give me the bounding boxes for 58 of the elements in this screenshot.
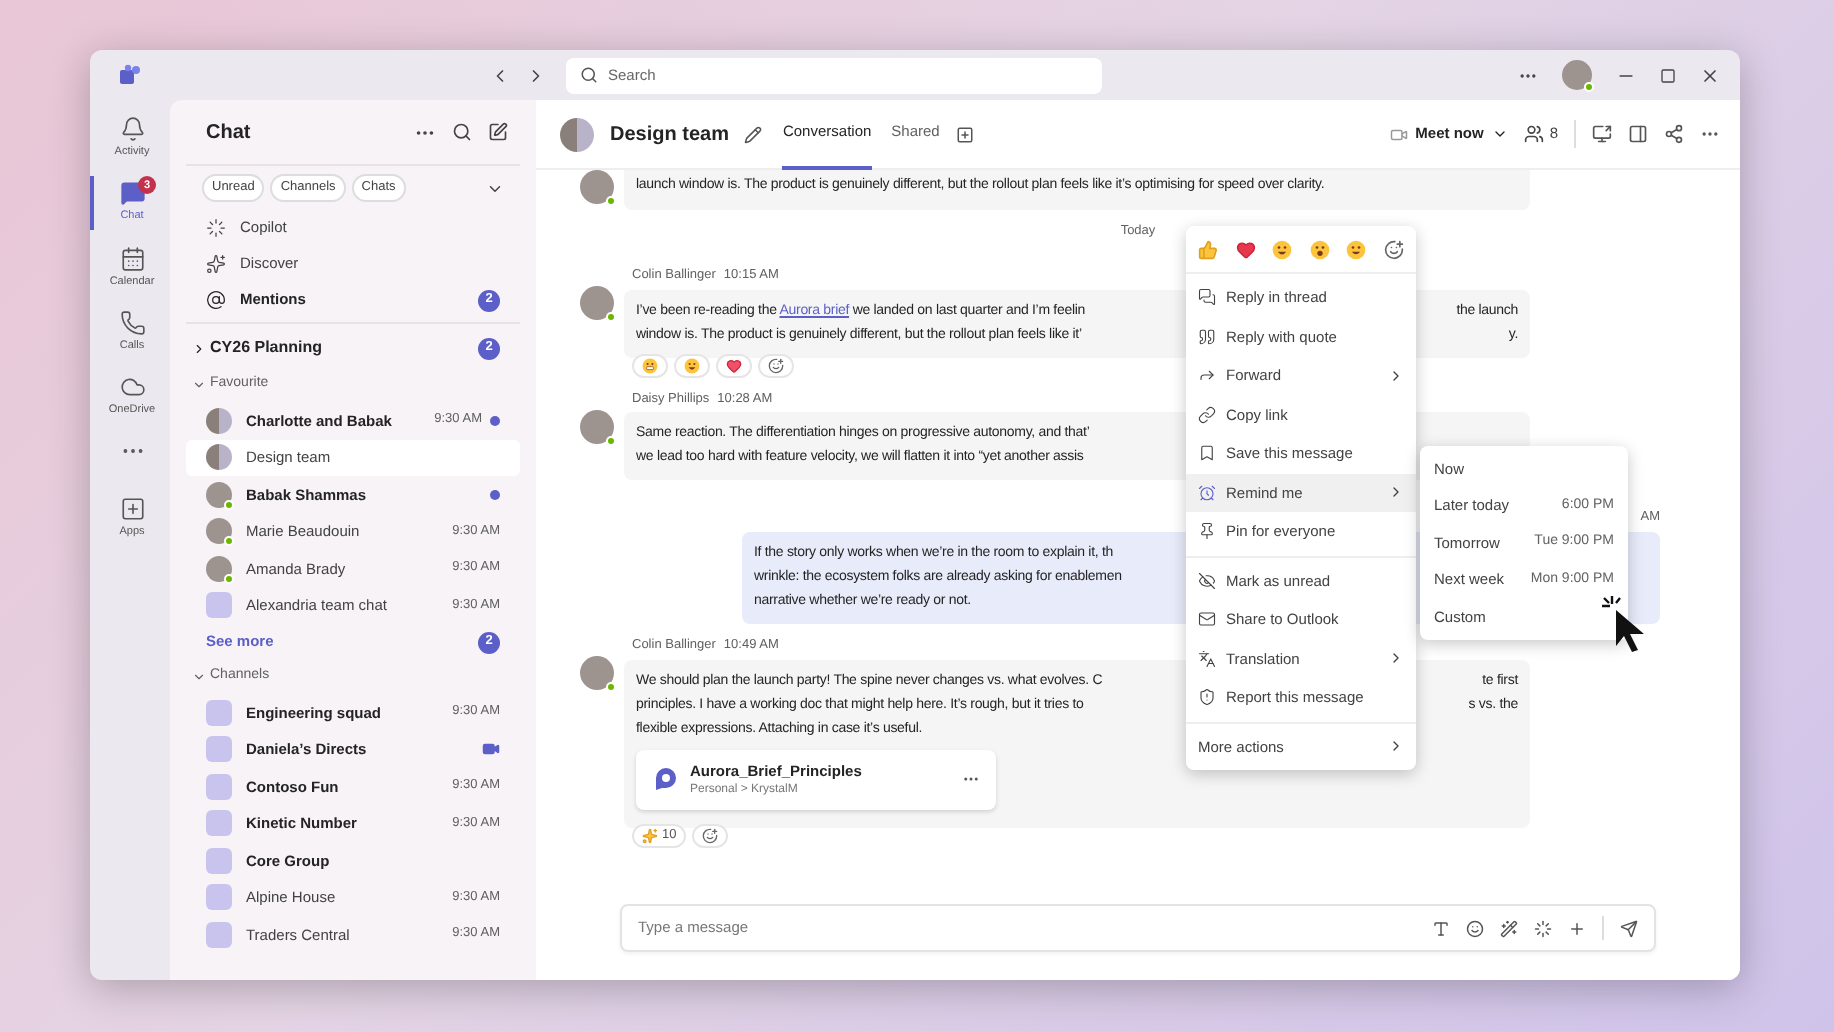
mail-icon: [1198, 610, 1216, 629]
search-icon[interactable]: [452, 122, 472, 142]
link-icon: [1198, 405, 1216, 424]
at-sign-icon: [206, 290, 226, 310]
search-icon: [580, 66, 598, 84]
bookmark-icon: [1198, 444, 1216, 463]
people-icon: [1523, 124, 1544, 144]
eye-off-icon: [1198, 571, 1216, 590]
calendar-icon: [119, 245, 145, 271]
heart-icon[interactable]: [726, 357, 742, 373]
reaction-pill[interactable]: [692, 824, 729, 848]
emoji-icon[interactable]: [1466, 919, 1484, 937]
maximize-icon[interactable]: [1660, 67, 1676, 83]
thumbs-up-icon[interactable]: [1198, 239, 1218, 259]
emoji-face-icon[interactable]: [684, 357, 700, 373]
side-panel-icon[interactable]: [1628, 124, 1648, 144]
chevron-down-icon: [192, 378, 206, 392]
heart-icon[interactable]: [1235, 239, 1256, 259]
chevron-down-icon: [1491, 126, 1508, 142]
emoji-face-icon[interactable]: [1309, 239, 1330, 259]
pencil-icon[interactable]: [744, 125, 763, 143]
chat-title: Design team: [610, 121, 729, 149]
add-reaction-icon[interactable]: [702, 828, 719, 844]
cursor-click-icon: [1600, 594, 1648, 654]
compose-icon[interactable]: [488, 122, 508, 142]
chevron-down-icon: [192, 670, 206, 684]
phone-icon: [119, 309, 145, 336]
magic-wand-icon[interactable]: [1500, 919, 1518, 937]
panel-title: Chat: [206, 119, 251, 147]
app-logo-icon: [118, 63, 142, 87]
send-icon[interactable]: [1620, 919, 1638, 937]
translate-icon: [1198, 649, 1216, 668]
bell-icon: [119, 116, 145, 142]
forward-arrow-icon: [1198, 366, 1216, 385]
alarm-clock-icon: [1198, 483, 1216, 502]
add-app-icon: [119, 496, 145, 523]
shield-icon: [1198, 688, 1216, 707]
cloud-icon: [119, 374, 145, 400]
add-reaction-icon[interactable]: [1383, 239, 1404, 259]
sparkles-icon: [206, 254, 226, 274]
chevron-right-icon: [192, 341, 206, 355]
emoji-face-icon[interactable]: [1346, 239, 1367, 259]
file-logo-icon: [652, 766, 678, 793]
share-icon[interactable]: [1664, 124, 1684, 144]
plus-icon[interactable]: [1568, 919, 1586, 937]
add-tab-icon[interactable]: [955, 125, 974, 143]
emoji-face-icon[interactable]: [1272, 239, 1293, 259]
close-icon[interactable]: [1700, 65, 1720, 85]
emoji-face-icon[interactable]: [642, 357, 658, 373]
quote-icon: [1198, 327, 1216, 346]
screen-share-icon[interactable]: [1592, 124, 1612, 144]
video-camera-icon: [1389, 125, 1408, 143]
speech-bubbles-icon: [1198, 288, 1216, 307]
avatar: [560, 117, 594, 151]
chat-icon: [119, 180, 145, 207]
format-text-icon[interactable]: [1432, 919, 1450, 937]
pin-icon: [1198, 522, 1216, 541]
add-reaction-icon[interactable]: [768, 357, 784, 373]
